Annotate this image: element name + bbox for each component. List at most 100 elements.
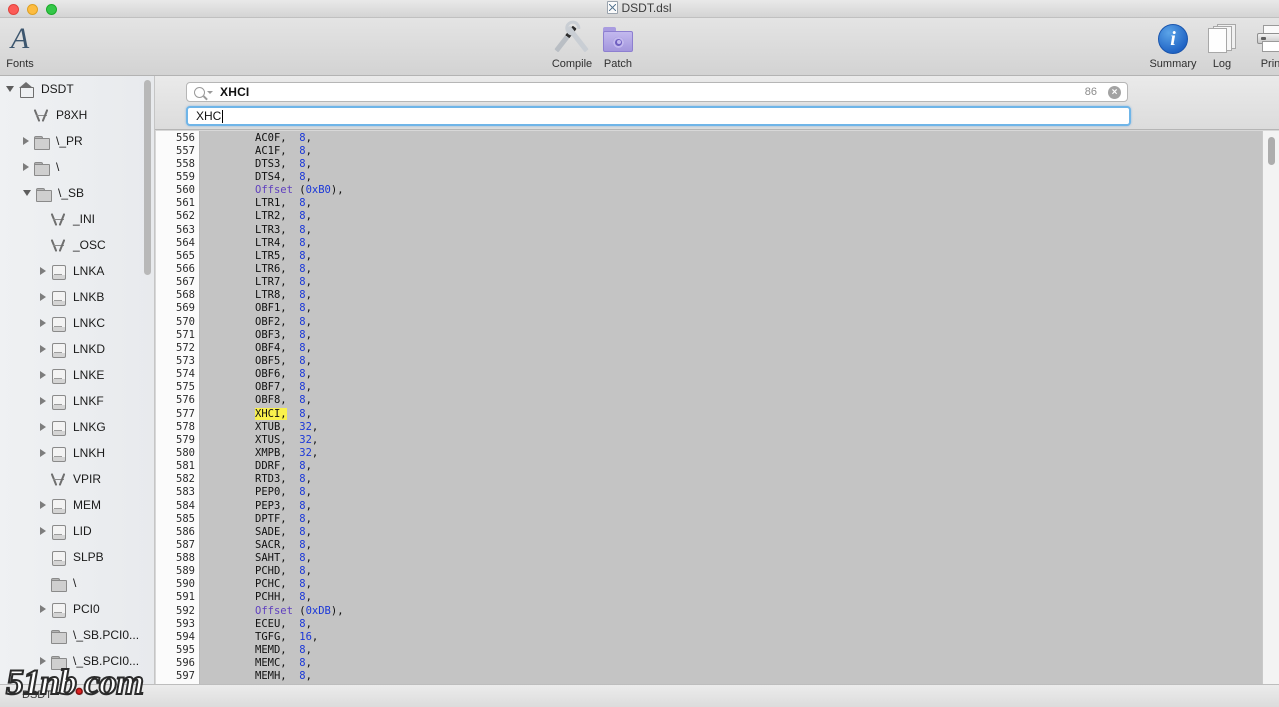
code-line[interactable]: 593 ECEU, 8, [156, 617, 1279, 630]
code-line[interactable]: 580 XMPB, 32, [156, 446, 1279, 459]
code-line[interactable]: 556 AC0F, 8, [156, 131, 1279, 144]
code-line[interactable]: 586 SADE, 8, [156, 525, 1279, 538]
editor-scroll-track[interactable] [1262, 131, 1279, 684]
sidebar-item-lnkc[interactable]: LNKC [0, 310, 154, 336]
sidebar-item-dsdt[interactable]: DSDT [0, 76, 154, 102]
sidebar-scrollbar[interactable] [144, 80, 151, 275]
disclosure-open-icon[interactable] [6, 86, 14, 92]
code-line[interactable]: 568 LTR8, 8, [156, 289, 1279, 302]
sidebar-item-mem[interactable]: MEM [0, 492, 154, 518]
code-line[interactable]: 595 MEMD, 8, [156, 643, 1279, 656]
sidebar-item-[interactable]: \ [0, 570, 154, 596]
clear-search-icon[interactable]: × [1108, 85, 1121, 99]
patch-button[interactable]: Patch [586, 21, 650, 70]
sidebar-item-lnkh[interactable]: LNKH [0, 440, 154, 466]
disclosure-closed-icon[interactable] [40, 397, 46, 405]
fonts-button[interactable]: A Fonts [0, 21, 52, 71]
sidebar-item-p8xh[interactable]: P8XH [0, 102, 154, 128]
code-line[interactable]: 592 Offset (0xDB), [156, 604, 1279, 617]
code-line[interactable]: 567 LTR7, 8, [156, 276, 1279, 289]
disclosure-open-icon[interactable] [23, 190, 31, 196]
sidebar-item-label: P8XH [56, 108, 88, 122]
disclosure-closed-icon[interactable] [23, 137, 29, 145]
sidebar-item-lnka[interactable]: LNKA [0, 258, 154, 284]
sidebar-item-lnkg[interactable]: LNKG [0, 414, 154, 440]
sidebar-item-lid[interactable]: LID [0, 518, 154, 544]
code-line[interactable]: 582 RTD3, 8, [156, 473, 1279, 486]
code-line[interactable]: 596 MEMC, 8, [156, 657, 1279, 670]
replace-input[interactable]: XHC [186, 106, 1131, 126]
code-line[interactable]: 587 SACR, 8, [156, 538, 1279, 551]
code-line[interactable]: 590 PCHC, 8, [156, 578, 1279, 591]
disclosure-closed-icon[interactable] [40, 267, 46, 275]
editor-scrollbar-thumb[interactable] [1268, 137, 1275, 165]
code-text: TGFG, 16, [255, 630, 319, 643]
code-line[interactable]: 584 PEP3, 8, [156, 499, 1279, 512]
code-text: OBF7, 8, [255, 381, 312, 394]
sidebar-item-[interactable]: \ [0, 154, 154, 180]
sidebar-item-lnkf[interactable]: LNKF [0, 388, 154, 414]
sidebar-item-pr[interactable]: \_PR [0, 128, 154, 154]
code-line[interactable]: 578 XTUB, 32, [156, 420, 1279, 433]
code-line[interactable]: 569 OBF1, 8, [156, 302, 1279, 315]
code-line[interactable]: 589 PCHD, 8, [156, 565, 1279, 578]
code-line[interactable]: 577 XHCI, 8, [156, 407, 1279, 420]
code-line[interactable]: 557 AC1F, 8, [156, 144, 1279, 157]
code-editor[interactable]: 556 AC0F, 8, 557 AC1F, 8, 558 DTS3, 8, 559 DTS4… [156, 131, 1279, 684]
code-line[interactable]: 581 DDRF, 8, [156, 460, 1279, 473]
code-line[interactable]: 566 LTR6, 8, [156, 262, 1279, 275]
disclosure-closed-icon[interactable] [40, 319, 46, 327]
disclosure-closed-icon[interactable] [40, 371, 46, 379]
disclosure-closed-icon[interactable] [40, 527, 46, 535]
sidebar-item-slpb[interactable]: SLPB [0, 544, 154, 570]
code-line[interactable]: 597 MEMH, 8, [156, 670, 1279, 683]
code-line[interactable]: 574 OBF6, 8, [156, 368, 1279, 381]
disclosure-closed-icon[interactable] [40, 449, 46, 457]
sidebar-item-sbpci0[interactable]: \_SB.PCI0... [0, 648, 154, 674]
sidebar-item-pci0[interactable]: PCI0 [0, 596, 154, 622]
code-line[interactable]: 573 OBF5, 8, [156, 354, 1279, 367]
code-text: AC0F, 8, [255, 131, 312, 144]
code-line[interactable]: 594 TGFG, 16, [156, 630, 1279, 643]
code-line[interactable]: 563 LTR3, 8, [156, 223, 1279, 236]
code-line[interactable]: 579 XTUS, 32, [156, 433, 1279, 446]
code-line[interactable]: 561 LTR1, 8, [156, 197, 1279, 210]
sidebar-item-ini[interactable]: _INI [0, 206, 154, 232]
sidebar-tree[interactable]: DSDT P8XH \_PR \ \_SB _INI _OSC LNKA LNKB LNKC LNK… [0, 76, 155, 684]
code-line[interactable]: 583 PEP0, 8, [156, 486, 1279, 499]
code-line[interactable]: 571 OBF3, 8, [156, 328, 1279, 341]
code-line[interactable]: 560 Offset (0xB0), [156, 184, 1279, 197]
disclosure-closed-icon[interactable] [40, 605, 46, 613]
print-button[interactable]: Print [1240, 21, 1279, 70]
code-line[interactable]: 585 DPTF, 8, [156, 512, 1279, 525]
code-line[interactable]: 570 OBF2, 8, [156, 315, 1279, 328]
search-input[interactable]: XHCI 86 × [186, 82, 1128, 102]
sidebar-item-sbpci0[interactable]: \_SB.PCI0... [0, 622, 154, 648]
code-line[interactable]: 559 DTS4, 8, [156, 170, 1279, 183]
code-line[interactable]: 576 OBF8, 8, [156, 394, 1279, 407]
sidebar-item-lnke[interactable]: LNKE [0, 362, 154, 388]
disclosure-closed-icon[interactable] [40, 657, 46, 665]
disclosure-closed-icon[interactable] [40, 423, 46, 431]
code-line[interactable]: 558 DTS3, 8, [156, 157, 1279, 170]
sidebar-item-osc[interactable]: _OSC [0, 232, 154, 258]
line-number: 586 [176, 525, 195, 538]
sidebar-item-sb[interactable]: \_SB [0, 180, 154, 206]
disclosure-closed-icon[interactable] [23, 163, 29, 171]
sidebar-item-lnkb[interactable]: LNKB [0, 284, 154, 310]
code-line[interactable]: 565 LTR5, 8, [156, 249, 1279, 262]
code-line[interactable]: 564 LTR4, 8, [156, 236, 1279, 249]
code-line[interactable]: 588 SAHT, 8, [156, 552, 1279, 565]
line-number: 584 [176, 499, 195, 512]
chevron-down-icon[interactable] [207, 90, 213, 94]
code-line[interactable]: 562 LTR2, 8, [156, 210, 1279, 223]
disclosure-closed-icon[interactable] [40, 345, 46, 353]
code-line[interactable]: 572 OBF4, 8, [156, 341, 1279, 354]
sidebar-item-lnkd[interactable]: LNKD [0, 336, 154, 362]
disclosure-closed-icon[interactable] [40, 293, 46, 301]
code-line[interactable]: 591 PCHH, 8, [156, 591, 1279, 604]
code-line[interactable]: 575 OBF7, 8, [156, 381, 1279, 394]
line-number: 573 [176, 354, 195, 367]
sidebar-item-vpir[interactable]: VPIR [0, 466, 154, 492]
disclosure-closed-icon[interactable] [40, 501, 46, 509]
